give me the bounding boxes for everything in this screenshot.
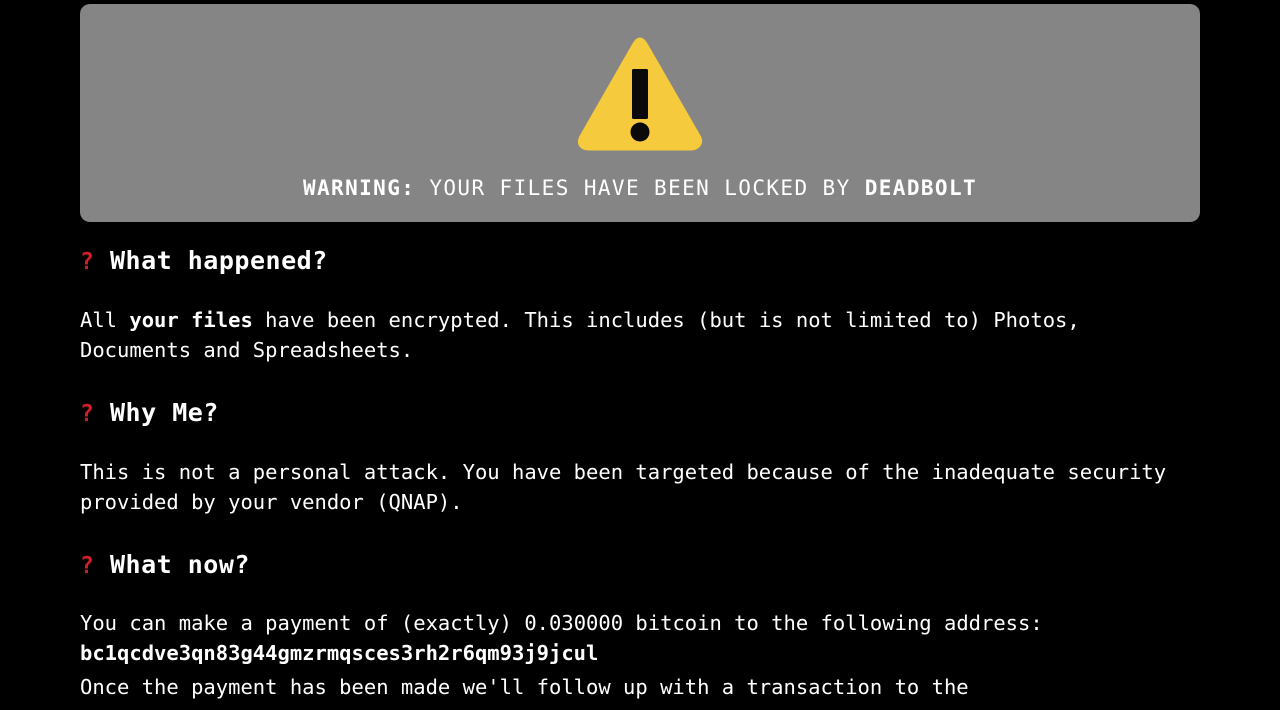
payment-instruction: You can make a payment of (exactly) 0.03… bbox=[80, 608, 1200, 638]
section-heading-label: Why Me? bbox=[110, 397, 219, 427]
section-heading: ? Why Me? bbox=[80, 397, 1200, 429]
bitcoin-address[interactable]: bc1qcdve3qn83g44gmzrmqsces3rh2r6qm93j9jc… bbox=[80, 638, 1200, 668]
section-heading: ? What now? bbox=[80, 549, 1200, 581]
question-mark-icon: ? bbox=[80, 400, 95, 427]
banner-title: WARNING: YOUR FILES HAVE BEEN LOCKED BY … bbox=[303, 176, 977, 201]
payment-amount: 0.030000 bbox=[524, 611, 624, 636]
ransom-note-screen: WARNING: YOUR FILES HAVE BEEN LOCKED BY … bbox=[0, 0, 1280, 710]
banner-title-prefix: WARNING: bbox=[302, 176, 416, 200]
section-what-now: ? What now? You can make a payment of (e… bbox=[80, 549, 1200, 703]
question-mark-icon: ? bbox=[80, 552, 95, 579]
question-mark-icon: ? bbox=[80, 249, 95, 275]
warning-banner: WARNING: YOUR FILES HAVE BEEN LOCKED BY … bbox=[80, 4, 1200, 222]
section-heading-label: What happened? bbox=[110, 246, 328, 275]
note-body: ? What happened? All your files have bee… bbox=[80, 245, 1200, 702]
clipped-followup-line: Once the payment has been made we'll fol… bbox=[80, 675, 969, 700]
section-heading-label: What now? bbox=[110, 549, 250, 579]
section-paragraph: All your files have been encrypted. This… bbox=[80, 305, 1200, 365]
section-paragraph: This is not a personal attack. You have … bbox=[80, 459, 1179, 514]
banner-title-suffix: DEADBOLT bbox=[864, 176, 978, 200]
paragraph-part-bold: your files bbox=[129, 307, 253, 332]
section-heading: ? What happened? bbox=[80, 245, 1200, 277]
warning-triangle-icon bbox=[575, 36, 705, 154]
section-why-me: ? Why Me? This is not a personal attack.… bbox=[80, 397, 1200, 517]
payment-prefix: You can make a payment of (exactly) bbox=[80, 611, 525, 636]
paragraph-part-before: All bbox=[80, 307, 130, 332]
payment-suffix: bitcoin to the following address: bbox=[623, 611, 1043, 636]
banner-title-rest: YOUR FILES HAVE BEEN LOCKED BY bbox=[415, 176, 865, 200]
section-what-happened: ? What happened? All your files have bee… bbox=[80, 245, 1200, 365]
